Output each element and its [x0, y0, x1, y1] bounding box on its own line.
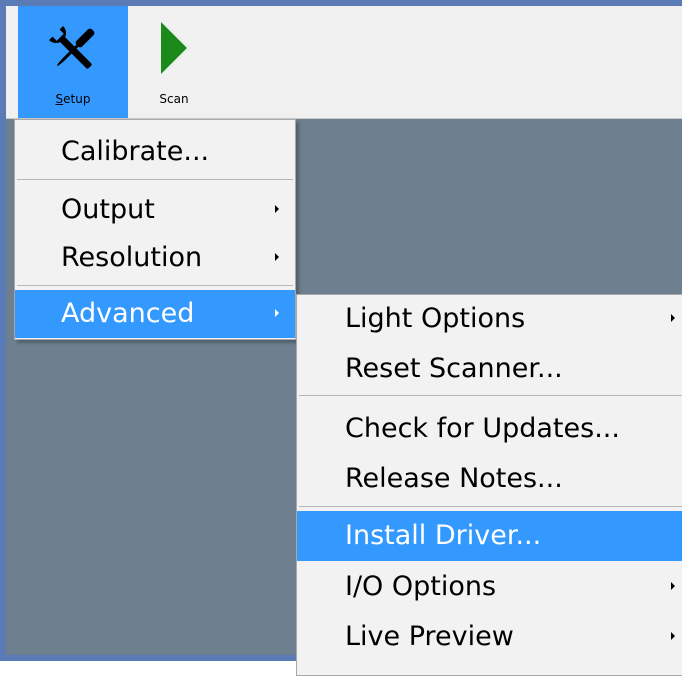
submenu-arrow-icon	[671, 314, 675, 322]
menu-item-install-driver[interactable]: Install Driver...	[297, 511, 682, 561]
menu-separator	[299, 395, 682, 396]
play-icon	[159, 20, 189, 80]
submenu-arrow-icon	[275, 253, 279, 261]
menu-item-resolution[interactable]: Resolution	[15, 234, 295, 282]
menu-item-label: Resolution	[61, 242, 203, 273]
menu-item-label: Install Driver...	[345, 520, 542, 551]
menu-item-io-options[interactable]: I/O Options	[297, 563, 682, 611]
setup-menu: Calibrate... Output Resolution Advanced	[14, 119, 296, 340]
menu-item-label: I/O Options	[345, 571, 497, 602]
submenu-arrow-icon	[671, 632, 675, 640]
menu-item-label: Light Options	[345, 303, 526, 334]
menu-separator	[299, 506, 682, 507]
menu-item-light-options[interactable]: Light Options	[297, 295, 682, 343]
scan-label: Scan	[159, 92, 189, 106]
menu-item-label: Output	[61, 194, 155, 225]
menu-item-label: Release Notes...	[345, 463, 563, 494]
submenu-arrow-icon	[275, 309, 279, 317]
menu-item-label: Reset Scanner...	[345, 353, 563, 384]
menu-item-label: Advanced	[61, 298, 195, 329]
menu-item-reset-scanner[interactable]: Reset Scanner...	[297, 345, 682, 393]
submenu-arrow-icon	[671, 582, 675, 590]
menu-item-label: Check for Updates...	[345, 413, 620, 444]
tools-icon	[43, 20, 103, 84]
menu-item-check-for-updates[interactable]: Check for Updates...	[297, 405, 682, 453]
menu-item-output[interactable]: Output	[15, 186, 295, 234]
menu-item-live-preview[interactable]: Live Preview	[297, 613, 682, 661]
toolbar: Setup Scan	[6, 6, 682, 119]
menu-item-calibrate[interactable]: Calibrate...	[15, 128, 295, 176]
menu-item-label: Live Preview	[345, 621, 514, 652]
menu-separator	[17, 285, 293, 286]
advanced-submenu: Light Options Reset Scanner... Check for…	[296, 294, 682, 676]
scan-button[interactable]: Scan	[128, 6, 220, 118]
menu-item-advanced[interactable]: Advanced	[15, 290, 295, 338]
menu-item-release-notes[interactable]: Release Notes...	[297, 455, 682, 503]
submenu-arrow-icon	[275, 205, 279, 213]
menu-item-label: Calibrate...	[61, 136, 210, 167]
menu-separator	[17, 179, 293, 180]
setup-button[interactable]: Setup	[18, 6, 128, 118]
setup-label: Setup	[55, 92, 91, 106]
